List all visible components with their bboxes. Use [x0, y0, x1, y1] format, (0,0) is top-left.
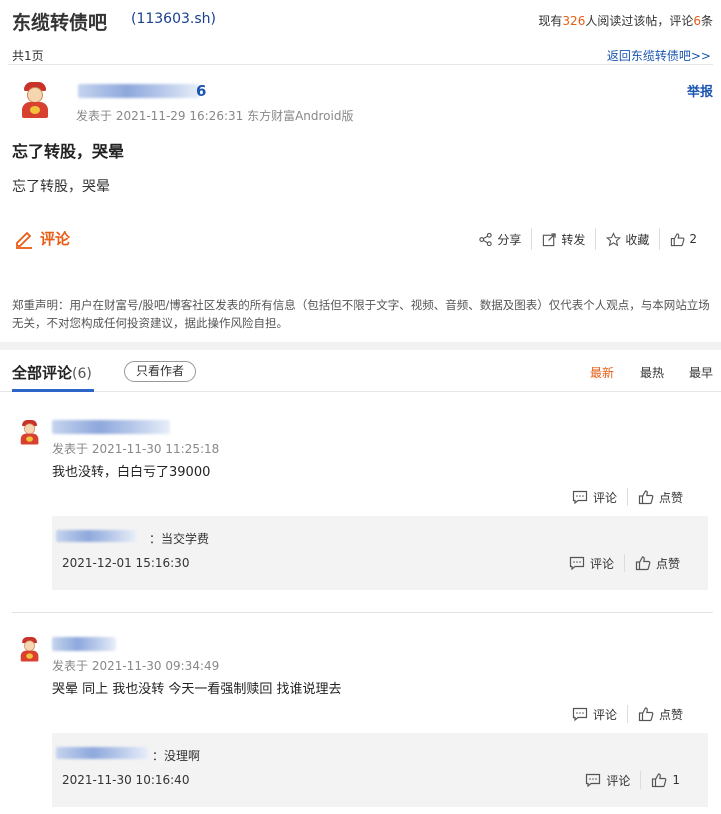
- page-header: 东缆转债吧 (113603.sh) 现有326人阅读过该帖，评论6条: [0, 0, 721, 42]
- avatar[interactable]: [18, 420, 41, 446]
- reply-time: 2021-11-30 10:16:40: [62, 773, 190, 787]
- comment-icon: [586, 773, 601, 788]
- reply-actions: 评论 点赞: [559, 553, 690, 573]
- disclaimer: 郑重声明：用户在财富号/股吧/博客社区发表的所有信息（包括但不限于文字、视频、音…: [12, 298, 710, 330]
- reply-comment-button[interactable]: 评论: [559, 554, 624, 572]
- reply-comment-button[interactable]: 评论: [575, 771, 640, 789]
- back-to-bar-link[interactable]: 返回东缆转债吧>>: [607, 47, 711, 64]
- divider: [8, 64, 713, 65]
- avatar[interactable]: [18, 82, 52, 120]
- forward-icon: [543, 232, 557, 246]
- comment-actions: 评论 点赞: [562, 704, 693, 724]
- readers-count: 326: [562, 14, 586, 28]
- page-count: 共1页: [12, 49, 44, 63]
- reply-text: ：没理啊: [152, 749, 201, 763]
- post-card: 共1页 返回东缆转债吧>> 6 发表于 2021-11-29 16:26:31 …: [0, 42, 721, 342]
- reply-box: ：没理啊 2021-11-30 10:16:40 评论 1: [52, 733, 708, 807]
- tab-all-comments[interactable]: 全部评论(6): [12, 362, 92, 383]
- comment-icon: [569, 556, 585, 571]
- forward-button[interactable]: 转发: [531, 228, 595, 250]
- comment-meta: 发表于 2021-11-30 11:25:18: [52, 442, 220, 456]
- report-button[interactable]: 举报: [687, 81, 713, 100]
- comments-tabs: 全部评论(6) 只看作者 最新 最热 最早: [0, 350, 721, 392]
- like-button[interactable]: 2: [659, 228, 707, 250]
- comment-button[interactable]: 评论: [14, 228, 70, 249]
- comment-reply-button[interactable]: 评论: [562, 488, 627, 506]
- commenter-name-blurred[interactable]: [52, 420, 170, 434]
- comment-reply-button[interactable]: 评论: [562, 705, 627, 723]
- thumbs-up-icon: [638, 490, 654, 505]
- post-title: 忘了转股，哭晕: [12, 142, 125, 161]
- reply-actions: 评论 1: [575, 770, 690, 790]
- comment-text: 我也没转，白白亏了39000: [52, 465, 211, 480]
- pencil-icon: [16, 231, 32, 249]
- comment-icon: [572, 707, 588, 722]
- comment-like-button[interactable]: 点赞: [626, 488, 693, 506]
- replier-name-blurred[interactable]: [56, 747, 148, 759]
- avatar[interactable]: [18, 637, 41, 663]
- share-icon: [479, 232, 492, 246]
- bar-stock-code[interactable]: (113603.sh): [131, 11, 216, 27]
- comment-actions: 评论 点赞: [562, 487, 693, 507]
- comment-meta: 发表于 2021-11-30 09:34:49: [52, 659, 220, 673]
- comments-section: 全部评论(6) 只看作者 最新 最热 最早 发表于 2021-11-30 11:…: [0, 350, 721, 814]
- active-tab-indicator: [12, 389, 94, 392]
- reply-box: ：当交学费 2021-12-01 15:16:30 评论 点赞: [52, 516, 708, 590]
- comment-text: 哭晕 同上 我也没转 今天一看强制赎回 找谁说理去: [52, 682, 342, 697]
- reply-like-button[interactable]: 1: [640, 771, 690, 789]
- thumbs-up-icon: [635, 556, 651, 571]
- bar-title[interactable]: 东缆转债吧: [12, 8, 107, 35]
- readers-info: 现有326人阅读过该帖，评论6条: [538, 14, 713, 28]
- star-icon: [606, 231, 622, 246]
- favorite-button[interactable]: 收藏: [595, 228, 659, 250]
- post-body: 忘了转股，哭晕: [12, 179, 110, 195]
- reply-like-count: 1: [672, 773, 680, 787]
- post-meta: 发表于 2021-11-29 16:26:31 东方财富Android版: [76, 109, 354, 123]
- reply-text: ：当交学费: [149, 532, 210, 546]
- comment-icon: [572, 490, 588, 505]
- comment-like-button[interactable]: 点赞: [626, 705, 693, 723]
- share-button[interactable]: 分享: [468, 228, 531, 250]
- sort-earliest[interactable]: 最早: [689, 364, 713, 381]
- author-name[interactable]: 6: [196, 82, 206, 100]
- author-name-blurred[interactable]: [78, 84, 200, 98]
- thumbs-up-icon: [652, 773, 667, 788]
- comments-count: 6: [693, 14, 701, 28]
- thumbs-up-icon: [638, 707, 654, 722]
- reply-like-button[interactable]: 点赞: [623, 554, 690, 572]
- commenter-name-blurred[interactable]: [52, 637, 116, 651]
- like-count: 2: [689, 232, 697, 246]
- reply-time: 2021-12-01 15:16:30: [62, 556, 190, 570]
- sort-hot[interactable]: 最热: [640, 364, 664, 381]
- replier-name-blurred[interactable]: [56, 530, 136, 542]
- thumbs-up-icon: [671, 232, 685, 246]
- comment-divider: [12, 612, 713, 613]
- post-actions: 分享 转发 收藏 2: [468, 228, 707, 250]
- sort-latest[interactable]: 最新: [590, 364, 614, 381]
- only-author-button[interactable]: 只看作者: [124, 361, 197, 382]
- comment-button-label: 评论: [40, 230, 71, 248]
